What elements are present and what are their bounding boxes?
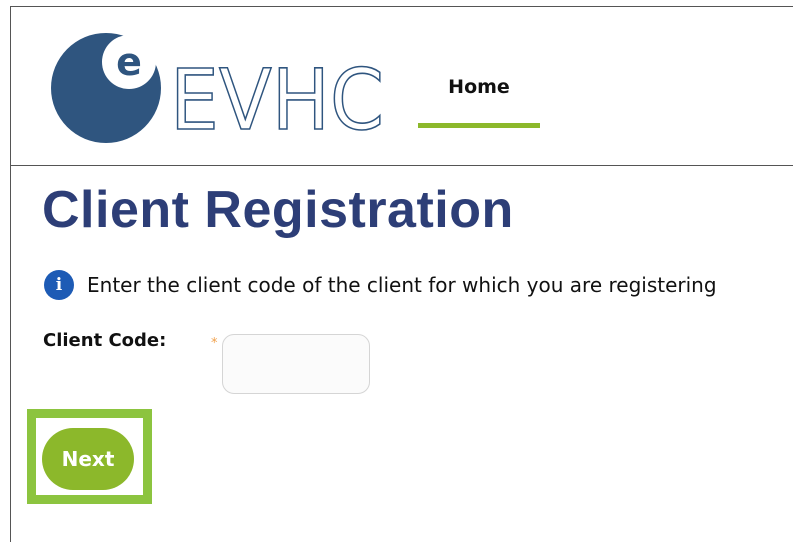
page-title: Client Registration: [42, 181, 514, 239]
client-code-label: Client Code:: [43, 330, 167, 351]
logo-wordmark: EVHC: [170, 51, 384, 149]
site-header: e EVHC Home: [10, 6, 793, 166]
evhc-logo-graphic: e EVHC: [51, 33, 385, 150]
logo-letter: e: [116, 40, 142, 84]
next-button[interactable]: Next: [42, 428, 134, 490]
nav-active-indicator: [418, 123, 540, 128]
required-asterisk-icon: *: [211, 336, 218, 351]
evhc-logo: e EVHC: [44, 22, 394, 152]
info-icon: i: [44, 270, 74, 300]
info-message-text: Enter the client code of the client for …: [87, 273, 717, 297]
nav-home-tab[interactable]: Home: [418, 72, 540, 128]
client-code-input[interactable]: [222, 334, 370, 394]
info-message: i Enter the client code of the client fo…: [44, 270, 717, 300]
nav-home-label: Home: [448, 76, 510, 98]
